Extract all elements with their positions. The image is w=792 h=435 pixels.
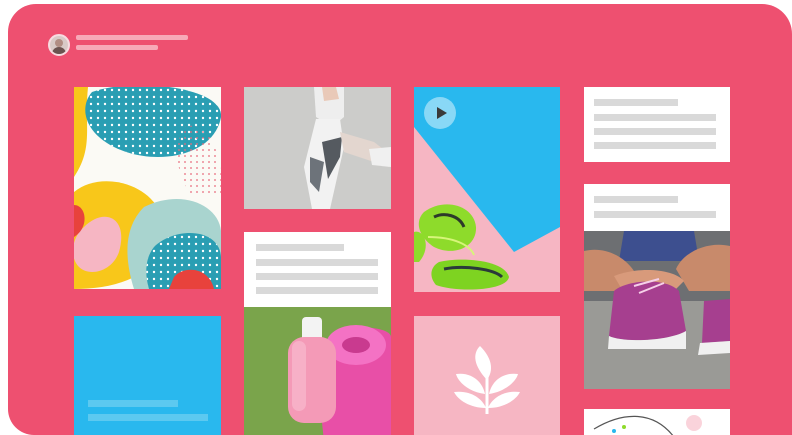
water-bottle-yoga-mat-image[interactable] (244, 307, 391, 435)
card-line-placeholder (594, 128, 716, 135)
leaf-icon (454, 346, 520, 414)
header-title-placeholder (76, 35, 188, 40)
card-line-placeholder (256, 259, 378, 266)
user-avatar[interactable] (48, 34, 70, 56)
workout-legs-image[interactable] (244, 87, 391, 209)
avatar-face (55, 39, 63, 47)
card-line-placeholder (594, 142, 716, 149)
card-line-placeholder (594, 99, 678, 106)
card-line-placeholder (594, 211, 716, 218)
sneakers-video-card[interactable] (414, 87, 560, 292)
tying-shoes-image[interactable] (584, 231, 730, 389)
card-line-placeholder (256, 244, 344, 251)
play-icon[interactable] (424, 97, 456, 129)
text-placeholder-card[interactable] (584, 87, 730, 162)
card-line-placeholder (256, 273, 378, 280)
card-line-placeholder (594, 114, 716, 121)
app-window (8, 4, 792, 435)
leaf-logo-card[interactable] (414, 316, 560, 435)
card-line-placeholder (594, 196, 678, 203)
blue-placeholder-card[interactable] (74, 316, 221, 435)
abstract-pattern-image[interactable] (74, 87, 221, 289)
header-subtitle-placeholder (76, 45, 158, 50)
text-placeholder-card[interactable] (584, 184, 730, 231)
card-line-placeholder (88, 400, 178, 407)
text-placeholder-card[interactable] (244, 232, 391, 307)
card-line-placeholder (256, 287, 378, 294)
avatar-body (52, 47, 66, 54)
sketch-card[interactable] (584, 409, 730, 435)
card-line-placeholder (88, 414, 208, 421)
